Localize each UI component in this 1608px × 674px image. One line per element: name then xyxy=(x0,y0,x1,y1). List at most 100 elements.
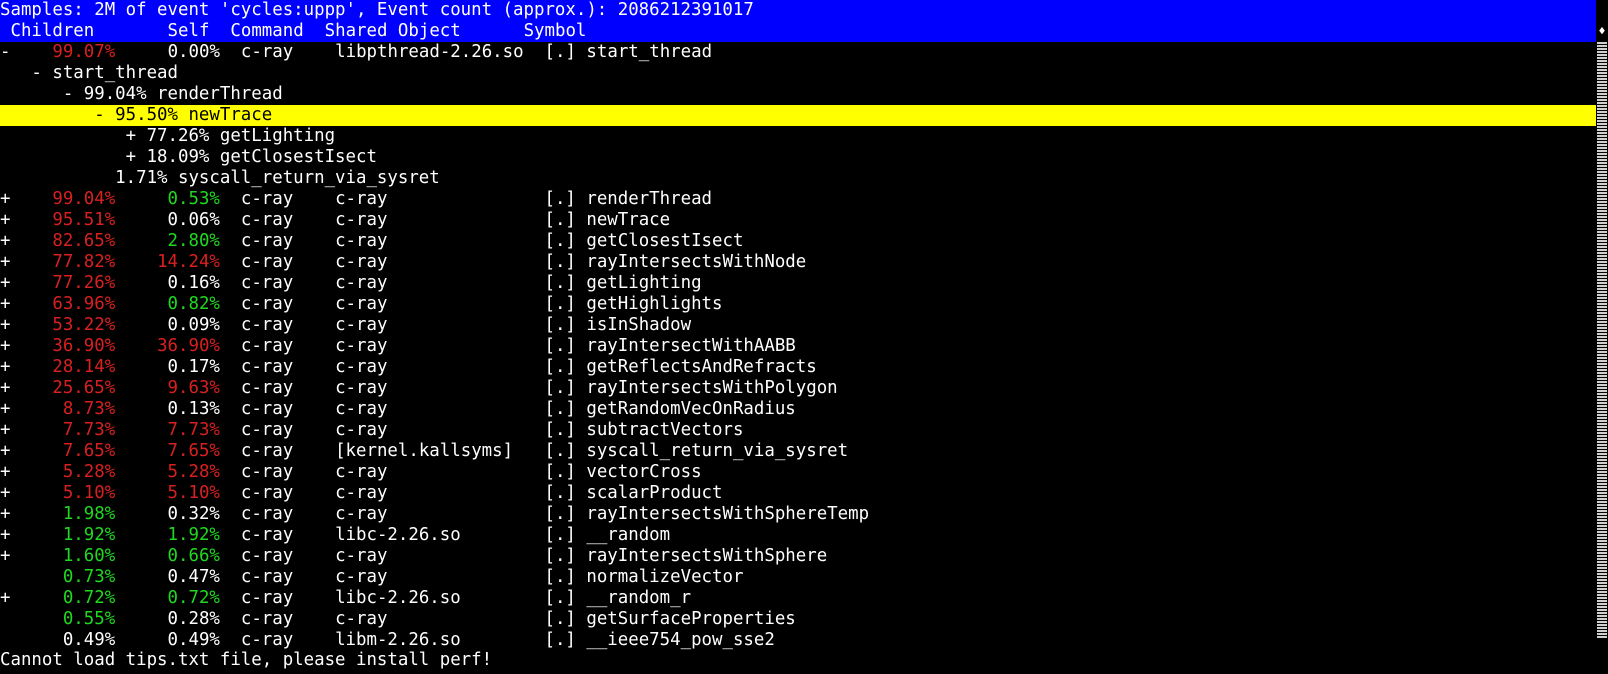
command: c-ray xyxy=(240,588,336,608)
fold-toggle[interactable]: + xyxy=(0,273,21,293)
column-shared-object[interactable]: Shared Object xyxy=(325,21,461,41)
symbol: [.] getReflectsAndRefracts xyxy=(544,357,817,377)
command: c-ray xyxy=(240,630,336,650)
self-percent: 0.13% xyxy=(115,399,220,419)
table-row[interactable]: + 0.72% 0.72% c-ray libc-2.26.so [.] __r… xyxy=(0,588,1596,609)
table-row[interactable]: + 77.82% 14.24% c-ray c-ray [.] rayInter… xyxy=(0,252,1596,273)
fold-toggle[interactable] xyxy=(0,609,21,629)
self-percent: 0.66% xyxy=(115,546,220,566)
table-row-start-thread[interactable]: - 99.07% 0.00% c-ray libpthread-2.26.so … xyxy=(0,42,1596,63)
table-row[interactable]: + 53.22% 0.09% c-ray c-ray [.] isInShado… xyxy=(0,315,1596,336)
children-percent: 8.73% xyxy=(20,399,116,419)
fold-toggle[interactable]: + xyxy=(0,357,21,377)
symbol: [.] scalarProduct xyxy=(544,483,723,503)
fold-toggle[interactable]: + xyxy=(0,504,21,524)
command: c-ray xyxy=(240,336,336,356)
symbol: [.] start_thread xyxy=(544,42,713,62)
table-row[interactable]: + 7.73% 7.73% c-ray c-ray [.] subtractVe… xyxy=(0,420,1596,441)
column-children[interactable]: Children xyxy=(0,21,94,41)
self-percent: 5.10% xyxy=(115,483,220,503)
table-row[interactable]: + 25.65% 9.63% c-ray c-ray [.] rayInters… xyxy=(0,378,1596,399)
fold-toggle[interactable]: + xyxy=(0,252,21,272)
callchain-entry[interactable]: + 18.09% getClosestIsect xyxy=(0,147,1596,168)
shared-object: c-ray xyxy=(335,273,545,293)
fold-toggle[interactable]: + xyxy=(0,315,21,335)
shared-object: c-ray xyxy=(335,189,545,209)
fold-toggle[interactable] xyxy=(0,630,21,650)
callchain-entry[interactable]: - 99.04% renderThread xyxy=(0,84,1596,105)
callchain-entry[interactable]: + 77.26% getLighting xyxy=(0,126,1596,147)
shared-object: c-ray xyxy=(335,483,545,503)
shared-object: c-ray xyxy=(335,399,545,419)
command: c-ray xyxy=(240,567,336,587)
self-percent: 0.09% xyxy=(115,315,220,335)
symbol: [.] rayIntersectsWithSphereTemp xyxy=(544,504,870,524)
column-command[interactable]: Command xyxy=(230,21,303,41)
table-row[interactable]: + 1.92% 1.92% c-ray libc-2.26.so [.] __r… xyxy=(0,525,1596,546)
table-row[interactable]: 0.73% 0.47% c-ray c-ray [.] normalizeVec… xyxy=(0,567,1596,588)
fold-toggle[interactable]: + xyxy=(0,525,21,545)
table-row[interactable]: + 77.26% 0.16% c-ray c-ray [.] getLighti… xyxy=(0,273,1596,294)
table-row[interactable]: + 1.98% 0.32% c-ray c-ray [.] rayInterse… xyxy=(0,504,1596,525)
fold-toggle[interactable] xyxy=(0,567,21,587)
callchain-entry[interactable]: - start_thread xyxy=(0,63,1596,84)
self-percent: 7.73% xyxy=(115,420,220,440)
symbol: [.] rayIntersectsWithPolygon xyxy=(544,378,838,398)
fold-toggle[interactable]: + xyxy=(0,189,21,209)
shared-object: libpthread-2.26.so xyxy=(335,42,524,62)
fold-toggle[interactable]: + xyxy=(0,378,21,398)
children-percent: 25.65% xyxy=(20,378,116,398)
table-row[interactable]: 0.55% 0.28% c-ray c-ray [.] getSurfacePr… xyxy=(0,609,1596,630)
fold-toggle[interactable]: + xyxy=(0,420,21,440)
command: c-ray xyxy=(240,504,336,524)
table-row[interactable]: + 1.60% 0.66% c-ray c-ray [.] rayInterse… xyxy=(0,546,1596,567)
fold-toggle[interactable]: + xyxy=(0,588,21,608)
fold-toggle[interactable]: + xyxy=(0,231,21,251)
table-row[interactable]: + 36.90% 36.90% c-ray c-ray [.] rayInter… xyxy=(0,336,1596,357)
self-percent: 5.28% xyxy=(115,462,220,482)
command: c-ray xyxy=(240,378,336,398)
fold-toggle[interactable]: - xyxy=(0,42,10,62)
table-row[interactable]: + 8.73% 0.13% c-ray c-ray [.] getRandomV… xyxy=(0,399,1596,420)
shared-object: c-ray xyxy=(335,357,545,377)
table-row[interactable]: 0.49% 0.49% c-ray libm-2.26.so [.] __iee… xyxy=(0,630,1596,651)
children-percent: 7.65% xyxy=(20,441,116,461)
fold-toggle[interactable]: + xyxy=(0,462,21,482)
fold-toggle[interactable]: + xyxy=(0,483,21,503)
shared-object: libc-2.26.so xyxy=(335,525,545,545)
children-percent: 5.10% xyxy=(20,483,116,503)
self-percent: 0.32% xyxy=(115,504,220,524)
command: c-ray xyxy=(240,252,336,272)
fold-toggle[interactable]: + xyxy=(0,399,21,419)
column-symbol[interactable]: Symbol xyxy=(524,21,587,41)
children-percent: 1.92% xyxy=(20,525,116,545)
fold-toggle[interactable]: + xyxy=(0,336,21,356)
children-percent: 1.98% xyxy=(20,504,116,524)
symbol: [.] newTrace xyxy=(544,210,671,230)
table-row[interactable]: + 99.04% 0.53% c-ray c-ray [.] renderThr… xyxy=(0,189,1596,210)
fold-toggle[interactable]: + xyxy=(0,441,21,461)
table-row[interactable]: + 95.51% 0.06% c-ray c-ray [.] newTrace xyxy=(0,210,1596,231)
fold-toggle[interactable]: + xyxy=(0,546,21,566)
table-row[interactable]: + 82.65% 2.80% c-ray c-ray [.] getCloses… xyxy=(0,231,1596,252)
scrollbar-track[interactable] xyxy=(1597,42,1607,639)
command: c-ray xyxy=(240,315,336,335)
samples-header: Samples: 2M of event 'cycles:uppp', Even… xyxy=(0,0,1596,21)
table-row[interactable]: + 5.28% 5.28% c-ray c-ray [.] vectorCros… xyxy=(0,462,1596,483)
callchain-entry[interactable]: 1.71% syscall_return_via_sysret xyxy=(0,168,1596,189)
shared-object: c-ray xyxy=(335,420,545,440)
fold-toggle[interactable]: + xyxy=(0,210,21,230)
table-row[interactable]: + 28.14% 0.17% c-ray c-ray [.] getReflec… xyxy=(0,357,1596,378)
fold-toggle[interactable]: + xyxy=(0,294,21,314)
self-percent: 0.28% xyxy=(115,609,220,629)
symbol: [.] getRandomVecOnRadius xyxy=(544,399,796,419)
callchain-entry-selected[interactable]: - 95.50% newTrace xyxy=(0,105,1596,126)
self-percent: 2.80% xyxy=(115,231,220,251)
table-row[interactable]: + 5.10% 5.10% c-ray c-ray [.] scalarProd… xyxy=(0,483,1596,504)
up-down-arrow-icon[interactable]: ♦ xyxy=(1596,21,1608,42)
column-self[interactable]: Self xyxy=(115,21,210,41)
table-row[interactable]: + 63.96% 0.82% c-ray c-ray [.] getHighli… xyxy=(0,294,1596,315)
scrollbar[interactable]: ♦ xyxy=(1596,21,1608,639)
table-row[interactable]: + 7.65% 7.65% c-ray [kernel.kallsyms] [.… xyxy=(0,441,1596,462)
children-percent: 77.82% xyxy=(20,252,116,272)
